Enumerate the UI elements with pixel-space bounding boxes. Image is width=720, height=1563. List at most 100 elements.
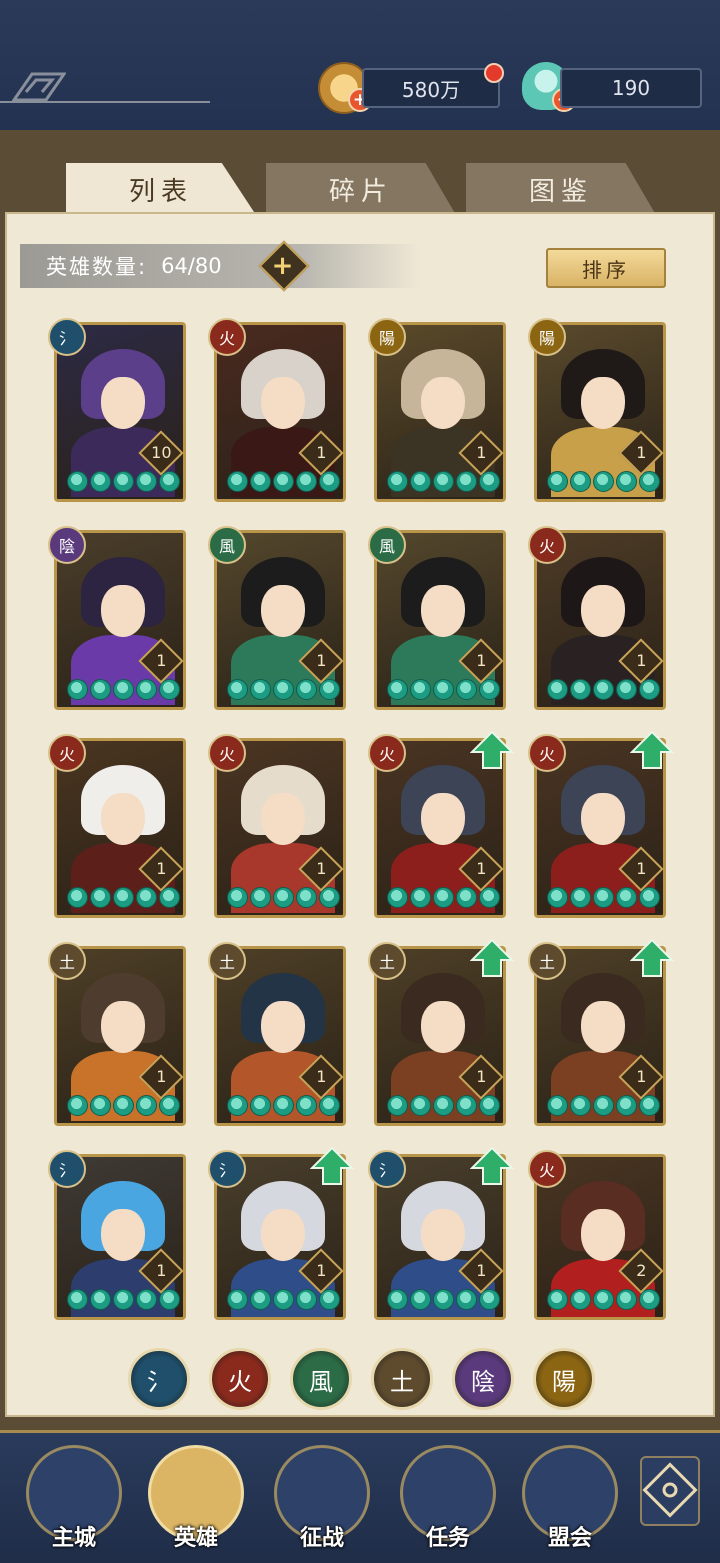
hero-level: 1 <box>156 859 167 879</box>
star-icon <box>113 1289 134 1310</box>
star-icon <box>296 887 317 908</box>
header-divider <box>0 101 210 103</box>
filter-earth-button[interactable]: 土 <box>371 1348 433 1410</box>
flower-pattern-icon <box>642 1462 698 1518</box>
hero-level: 1 <box>476 1261 487 1281</box>
hero-level: 1 <box>476 859 487 879</box>
hero-face <box>101 377 145 429</box>
star-icon <box>296 471 317 492</box>
element-water-icon: 氵 <box>208 1150 246 1188</box>
gems-display: 190 <box>560 68 702 108</box>
filter-wind-button[interactable]: 風 <box>290 1348 352 1410</box>
star-icon <box>456 471 477 492</box>
filter-water-button[interactable]: 氵 <box>128 1348 190 1410</box>
star-rating <box>227 887 340 909</box>
star-icon <box>547 1289 568 1310</box>
star-icon <box>250 1095 271 1116</box>
star-icon <box>570 887 591 908</box>
star-icon <box>570 679 591 700</box>
hero-level: 1 <box>476 443 487 463</box>
hero-level: 1 <box>316 859 327 879</box>
hero-count-label: 英雄数量: <box>46 255 148 279</box>
hero-card[interactable]: 1土 <box>528 938 674 1126</box>
star-icon <box>593 887 614 908</box>
filter-fire-button[interactable]: 火 <box>209 1348 271 1410</box>
hero-face <box>581 377 625 429</box>
hero-card[interactable]: 1陰 <box>48 526 186 710</box>
hero-card[interactable]: 1火 <box>208 734 346 918</box>
element-earth-icon: 土 <box>208 942 246 980</box>
star-icon <box>410 471 431 492</box>
hero-face <box>261 793 305 845</box>
star-icon <box>90 471 111 492</box>
star-icon <box>113 1095 134 1116</box>
hero-card[interactable]: 1火 <box>528 526 666 710</box>
star-icon <box>387 1289 408 1310</box>
tab-codex[interactable]: 图鉴 <box>466 163 656 215</box>
star-icon <box>410 1289 431 1310</box>
element-fire-icon: 火 <box>528 734 566 772</box>
hero-card[interactable]: 1風 <box>208 526 346 710</box>
star-icon <box>570 1095 591 1116</box>
hero-card[interactable]: 1氵 <box>368 1146 514 1320</box>
nav-label: 任务 <box>425 1526 470 1551</box>
star-icon <box>273 1289 294 1310</box>
star-rating <box>547 1095 660 1117</box>
hero-level: 1 <box>316 443 327 463</box>
filter-yang-button[interactable]: 陽 <box>533 1348 595 1410</box>
hero-card[interactable]: 1氵 <box>208 1146 354 1320</box>
hero-card[interactable]: 1火 <box>48 734 186 918</box>
hero-level: 1 <box>636 443 647 463</box>
star-icon <box>616 471 637 492</box>
star-icon <box>136 471 157 492</box>
hero-card[interactable]: 1氵 <box>48 1150 186 1320</box>
hero-level: 1 <box>636 859 647 879</box>
nav-label: 盟会 <box>547 1526 592 1551</box>
hero-level: 1 <box>316 1067 327 1087</box>
hero-card[interactable]: 1土 <box>48 942 186 1126</box>
hero-face <box>581 1001 625 1053</box>
star-icon <box>296 679 317 700</box>
sort-button[interactable]: 排序 <box>546 248 666 288</box>
tab-fragments[interactable]: 碎片 <box>266 163 456 215</box>
star-icon <box>456 679 477 700</box>
hero-card[interactable]: 10 氵 <box>48 318 186 502</box>
hero-card[interactable]: 1風 <box>368 526 506 710</box>
star-icon <box>273 1095 294 1116</box>
star-icon <box>250 471 271 492</box>
star-icon <box>570 1289 591 1310</box>
star-icon <box>227 679 248 700</box>
element-earth-icon: 土 <box>368 942 406 980</box>
star-rating <box>227 471 340 493</box>
hero-level: 1 <box>636 651 647 671</box>
star-rating <box>387 887 500 909</box>
star-icon <box>547 679 568 700</box>
hero-card[interactable]: 2火 <box>528 1150 666 1320</box>
star-icon <box>593 679 614 700</box>
hero-card[interactable]: 1火 <box>208 318 346 502</box>
hero-level: 1 <box>156 1261 167 1281</box>
nav-label: 英雄 <box>173 1526 218 1551</box>
hero-card[interactable]: 1火 <box>368 730 514 918</box>
star-icon <box>570 471 591 492</box>
hero-face <box>581 793 625 845</box>
star-rating <box>67 1289 180 1311</box>
star-rating <box>227 1095 340 1117</box>
star-rating <box>547 471 660 493</box>
star-icon <box>67 887 88 908</box>
hero-card[interactable]: 1火 <box>528 730 674 918</box>
star-icon <box>456 1095 477 1116</box>
star-icon <box>90 1095 111 1116</box>
upgrade-arrow-icon <box>630 730 674 769</box>
hero-card[interactable]: 1土 <box>368 938 514 1126</box>
star-icon <box>387 679 408 700</box>
hero-card[interactable]: 1陽 <box>368 318 506 502</box>
star-icon <box>387 1095 408 1116</box>
hero-card[interactable]: 1土 <box>208 942 346 1126</box>
hero-card[interactable]: 1陽 <box>528 318 666 502</box>
hero-count-value: 64/80 <box>161 254 222 278</box>
filter-yin-button[interactable]: 陰 <box>452 1348 514 1410</box>
menu-pattern-icon[interactable] <box>12 70 66 104</box>
more-menu-button[interactable] <box>640 1456 700 1526</box>
element-fire-icon: 火 <box>208 734 246 772</box>
